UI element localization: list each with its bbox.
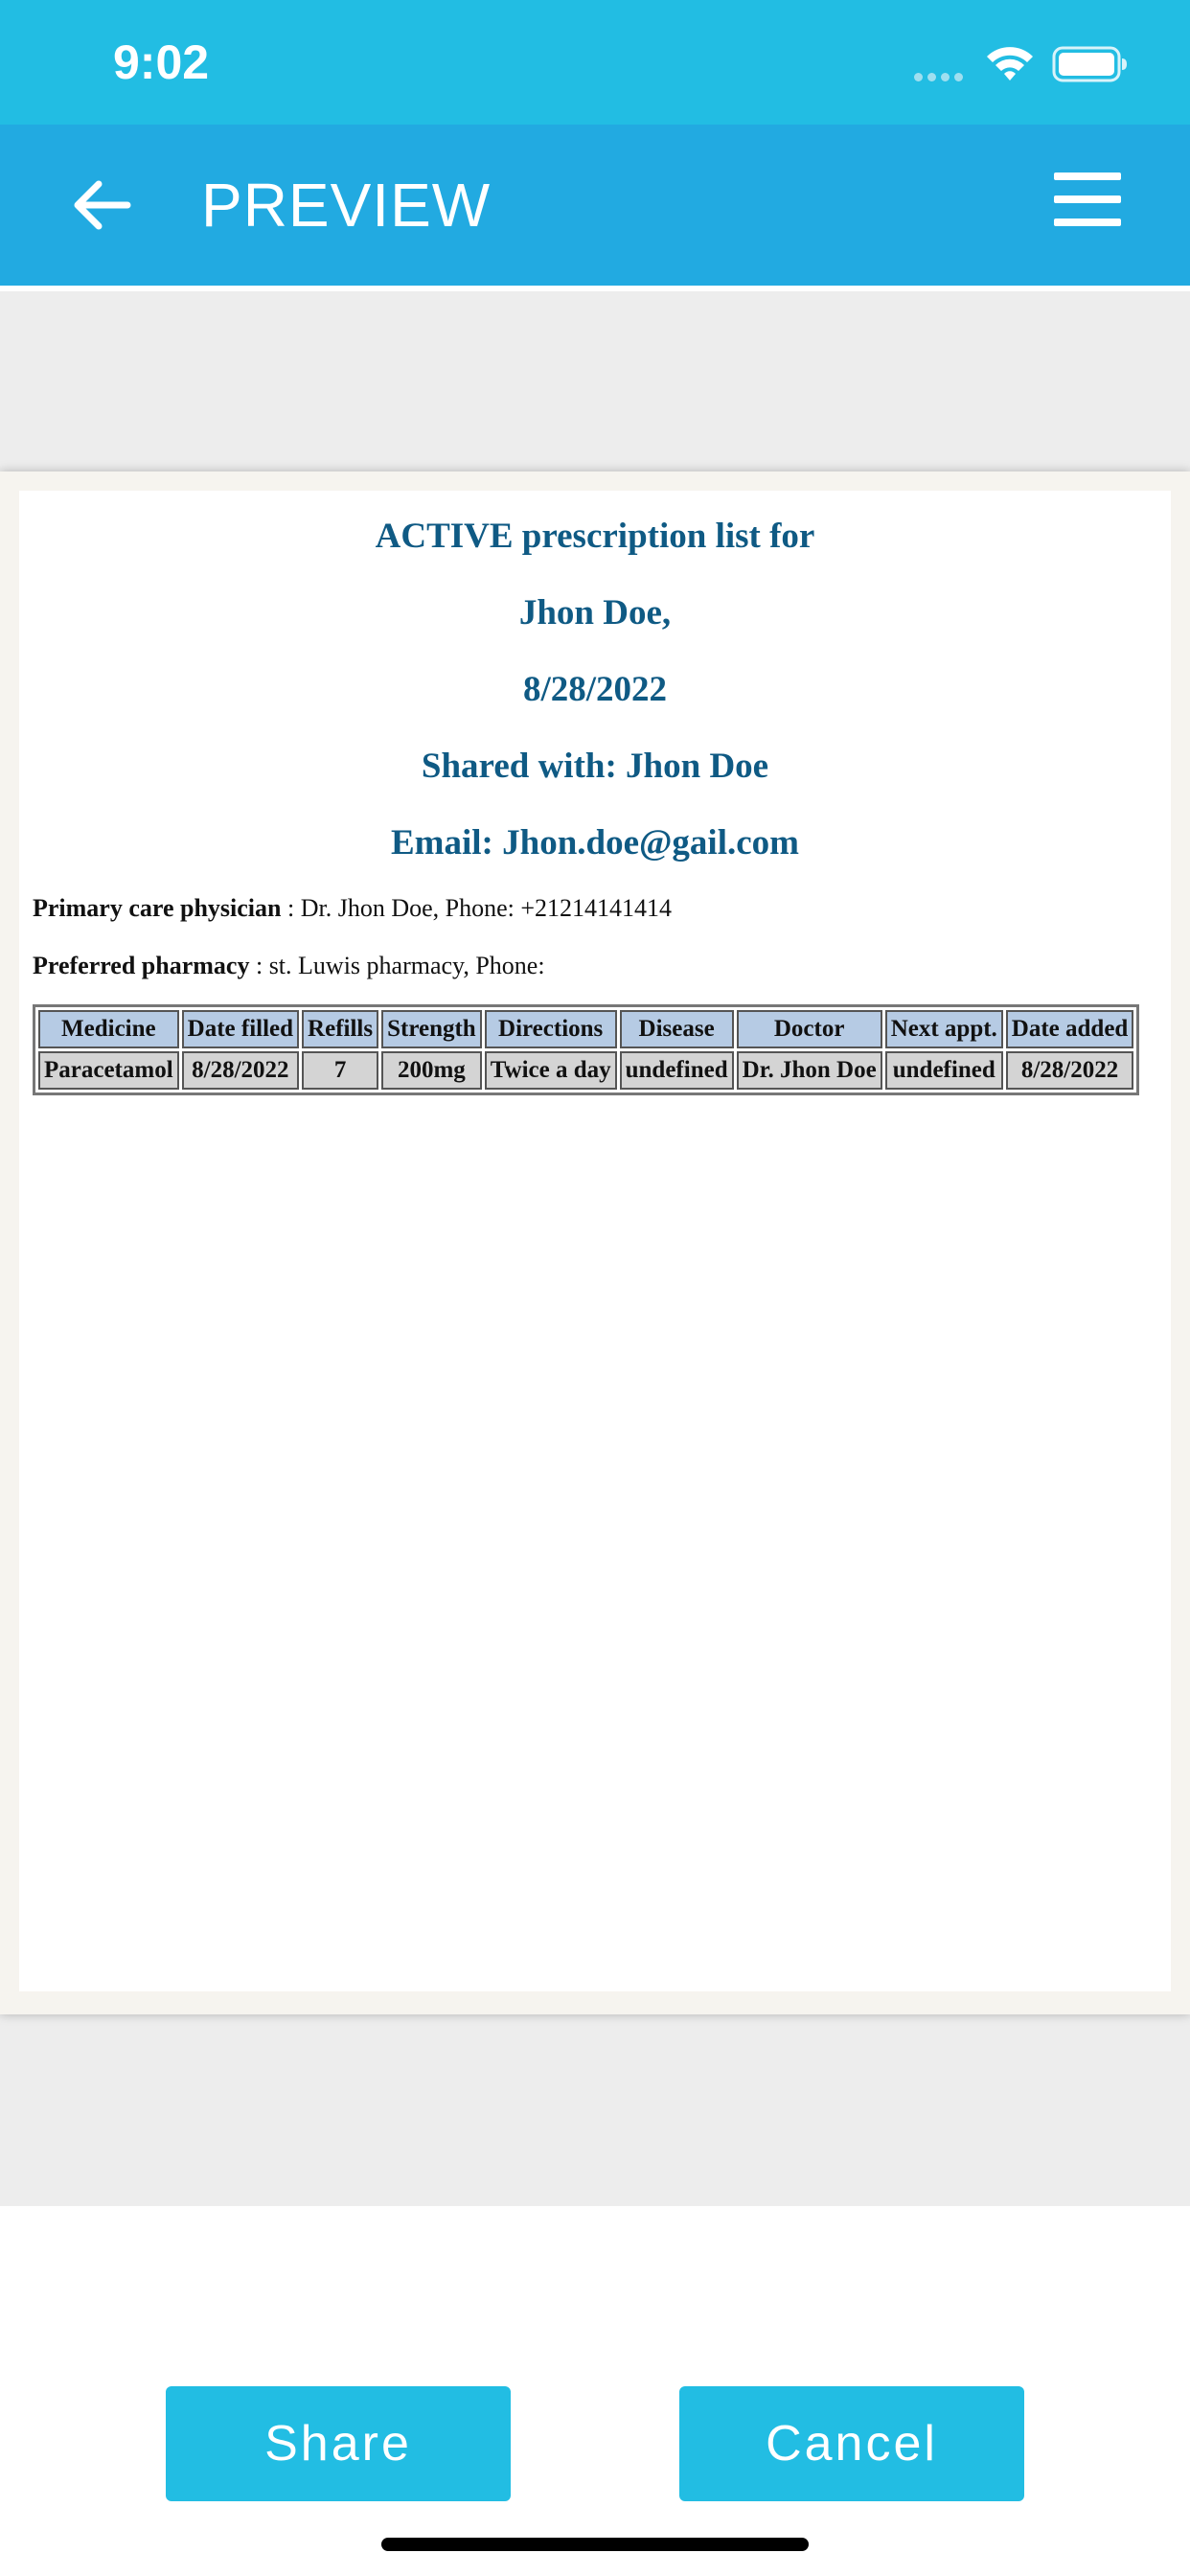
heading-email: Email: Jhon.doe@gail.com xyxy=(390,823,799,862)
preview-area[interactable]: ACTIVE prescription list for Jhon Doe, 8… xyxy=(0,291,1190,2206)
cancel-button[interactable]: Cancel xyxy=(679,2386,1024,2501)
table-cell: Paracetamol xyxy=(38,1051,179,1090)
wifi-icon xyxy=(987,47,1033,80)
back-button[interactable] xyxy=(57,167,144,243)
column-header: Next appt. xyxy=(884,1010,1003,1048)
hamburger-menu-icon[interactable] xyxy=(1044,172,1133,240)
heading-date: 8/28/2022 xyxy=(522,670,668,709)
document-headings: ACTIVE prescription list for Jhon Doe, 8… xyxy=(19,491,1171,882)
status-time: 9:02 xyxy=(113,35,210,89)
battery-icon xyxy=(1052,46,1127,82)
table-cell: 8/28/2022 xyxy=(181,1051,300,1090)
status-bar: 9:02 xyxy=(0,0,1190,125)
pharmacy-line: Preferred pharmacy : st. Luwis pharmacy,… xyxy=(33,947,1171,985)
column-header: Refills xyxy=(302,1010,379,1048)
heading-shared-with: Shared with: Jhon Doe xyxy=(421,747,769,786)
pharmacy-label: Preferred pharmacy xyxy=(33,952,250,979)
page-title: PREVIEW xyxy=(201,171,492,240)
table-cell: 200mg xyxy=(381,1051,482,1090)
physician-line: Primary care physician : Dr. Jhon Doe, P… xyxy=(33,889,1171,928)
column-header: Disease xyxy=(619,1010,734,1048)
table-cell: undefined xyxy=(619,1051,734,1090)
home-indicator[interactable] xyxy=(381,2538,809,2551)
arrow-left-icon xyxy=(74,180,131,230)
cellular-signal-icon xyxy=(914,69,968,86)
document-sheet: ACTIVE prescription list for Jhon Doe, 8… xyxy=(0,472,1190,2014)
share-button[interactable]: Share xyxy=(166,2386,511,2501)
pharmacy-value: : st. Luwis pharmacy, Phone: xyxy=(249,952,545,979)
physician-label: Primary care physician xyxy=(33,894,282,922)
physician-value: : Dr. Jhon Doe, Phone: +21214141414 xyxy=(281,894,673,922)
table-header-row: Medicine Date filled Refills Strength Di… xyxy=(38,1010,1134,1048)
table-row: Paracetamol 8/28/2022 7 200mg Twice a da… xyxy=(38,1051,1134,1090)
heading-patient-name: Jhon Doe, xyxy=(518,593,672,632)
table-cell: 7 xyxy=(302,1051,379,1090)
table-cell: 8/28/2022 xyxy=(1005,1051,1134,1090)
table-cell: Twice a day xyxy=(484,1051,617,1090)
heading-title: ACTIVE prescription list for xyxy=(375,517,815,556)
column-header: Medicine xyxy=(38,1010,179,1048)
column-header: Date added xyxy=(1005,1010,1134,1048)
column-header: Strength xyxy=(381,1010,482,1048)
column-header: Doctor xyxy=(736,1010,882,1048)
column-header: Date filled xyxy=(181,1010,300,1048)
app-bar: PREVIEW xyxy=(0,125,1190,286)
prescription-table: Medicine Date filled Refills Strength Di… xyxy=(33,1004,1140,1095)
table-cell: undefined xyxy=(884,1051,1003,1090)
column-header: Directions xyxy=(484,1010,617,1048)
table-cell: Dr. Jhon Doe xyxy=(736,1051,882,1090)
document-page: ACTIVE prescription list for Jhon Doe, 8… xyxy=(19,491,1171,1991)
